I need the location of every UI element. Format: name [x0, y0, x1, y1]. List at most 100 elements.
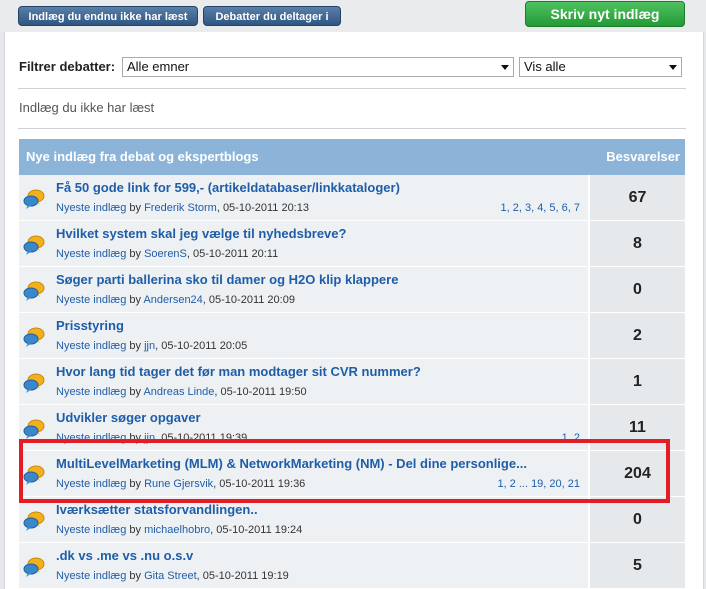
new-post-button[interactable]: Skriv nyt indlæg: [525, 1, 685, 27]
row-main-cell: Udvikler søger opgaver Nyeste indlæg by j…: [19, 405, 588, 450]
by-label: by: [129, 432, 142, 444]
topic-filter-value: Alle emner: [127, 59, 190, 74]
reply-count: 0: [590, 267, 685, 312]
row-main-cell: Søger parti ballerina sko til damer og H…: [19, 267, 588, 312]
latest-post-link[interactable]: Nyeste indlæg: [56, 570, 126, 582]
divider: [18, 88, 686, 89]
page-links[interactable]: 1, 2: [562, 432, 580, 444]
reply-count: 0: [590, 497, 685, 542]
thread-title-link[interactable]: Få 50 gode link for 599,- (artikeldataba…: [56, 180, 581, 195]
column-header-replies: Besvarelser: [606, 149, 680, 164]
table-row: Hvor lang tid tager det før man modtager…: [19, 359, 685, 405]
by-label: by: [129, 524, 142, 536]
speech-bubbles-icon: [23, 234, 45, 256]
author-link[interactable]: jjn: [144, 432, 155, 444]
page-links[interactable]: 1, 2, 3, 4, 5, 6, 7: [501, 202, 581, 214]
thread-meta: Nyeste indlæg by jjn, 05-10-2011 19:39: [56, 432, 247, 444]
by-label: by: [129, 248, 142, 260]
topic-filter-select[interactable]: Alle emner: [122, 57, 514, 77]
speech-bubbles-icon: [23, 510, 45, 532]
latest-post-link[interactable]: Nyeste indlæg: [56, 432, 126, 444]
post-date: , 05-10-2011 19:19: [196, 570, 289, 582]
post-date: , 05-10-2011 20:05: [155, 340, 248, 352]
reply-count: 1: [590, 359, 685, 404]
row-main-cell: Hvor lang tid tager det før man modtager…: [19, 359, 588, 404]
thread-meta: Nyeste indlæg by Gita Street, 05-10-2011…: [56, 570, 289, 582]
by-label: by: [129, 386, 142, 398]
row-main-cell: Prisstyring Nyeste indlæg by jjn, 05-10-2…: [19, 313, 588, 358]
by-label: by: [129, 570, 142, 582]
table-header: Nye indlæg fra debat og ekspertblogs Bes…: [19, 139, 685, 175]
post-date: , 05-10-2011 19:24: [210, 524, 303, 536]
thread-title-link[interactable]: Hvilket system skal jeg vælge til nyheds…: [56, 226, 581, 241]
reply-count: 8: [590, 221, 685, 266]
latest-post-link[interactable]: Nyeste indlæg: [56, 294, 126, 306]
thread-meta: Nyeste indlæg by Andersen24, 05-10-2011 …: [56, 294, 295, 306]
row-main-cell: MultiLevelMarketing (MLM) & NetworkMarke…: [19, 451, 588, 496]
row-main-cell: Iværksætter statsforvandlingen.. Nyeste i…: [19, 497, 588, 542]
thread-meta: Nyeste indlæg by jjn, 05-10-2011 20:05: [56, 340, 247, 352]
thread-meta: Nyeste indlæg by SoerenS, 05-10-2011 20:…: [56, 248, 278, 260]
divider: [18, 128, 686, 129]
table-row: MultiLevelMarketing (MLM) & NetworkMarke…: [19, 451, 685, 497]
show-filter-select[interactable]: Vis alle: [519, 57, 682, 77]
reply-count: 67: [590, 175, 685, 220]
thread-title-link[interactable]: .dk vs .me vs .nu o.s.v: [56, 548, 581, 563]
by-label: by: [129, 294, 142, 306]
thread-meta: Nyeste indlæg by Frederik Storm, 05-10-2…: [56, 202, 309, 214]
table-row: Prisstyring Nyeste indlæg by jjn, 05-10-2…: [19, 313, 685, 359]
post-date: , 05-10-2011 19:36: [213, 478, 306, 490]
speech-bubbles-icon: [23, 280, 45, 302]
author-link[interactable]: Andersen24: [143, 294, 202, 306]
thread-meta: Nyeste indlæg by Andreas Linde, 05-10-20…: [56, 386, 307, 398]
author-link[interactable]: michaelhobro: [144, 524, 210, 536]
latest-post-link[interactable]: Nyeste indlæg: [56, 524, 126, 536]
table-row: Hvilket system skal jeg vælge til nyheds…: [19, 221, 685, 267]
reply-count: 2: [590, 313, 685, 358]
post-date: , 05-10-2011 19:50: [214, 386, 307, 398]
thread-title-link[interactable]: Hvor lang tid tager det før man modtager…: [56, 364, 581, 379]
reply-count: 5: [590, 543, 685, 588]
author-link[interactable]: jjn: [144, 340, 155, 352]
reply-count: 204: [590, 451, 685, 496]
latest-post-link[interactable]: Nyeste indlæg: [56, 202, 126, 214]
latest-post-link[interactable]: Nyeste indlæg: [56, 478, 126, 490]
by-label: by: [129, 340, 142, 352]
speech-bubbles-icon: [23, 418, 45, 440]
latest-post-link[interactable]: Nyeste indlæg: [56, 340, 126, 352]
row-main-cell: .dk vs .me vs .nu o.s.v Nyeste indlæg by …: [19, 543, 588, 588]
table-row: Iværksætter statsforvandlingen.. Nyeste i…: [19, 497, 685, 543]
post-date: , 05-10-2011 19:39: [155, 432, 248, 444]
speech-bubbles-icon: [23, 188, 45, 210]
filter-label: Filtrer debatter:: [19, 59, 116, 74]
chevron-down-icon: [501, 65, 509, 70]
speech-bubbles-icon: [23, 464, 45, 486]
thread-meta: Nyeste indlæg by Rune Gjersvik, 05-10-20…: [56, 478, 305, 490]
row-main-cell: Få 50 gode link for 599,- (artikeldataba…: [19, 175, 588, 220]
page-links[interactable]: 1, 2 ... 19, 20, 21: [497, 478, 580, 490]
latest-post-link[interactable]: Nyeste indlæg: [56, 248, 126, 260]
speech-bubbles-icon: [23, 372, 45, 394]
participating-debates-button[interactable]: Debatter du deltager i: [203, 6, 341, 26]
thread-title-link[interactable]: Iværksætter statsforvandlingen..: [56, 502, 581, 517]
thread-title-link[interactable]: Udvikler søger opgaver: [56, 410, 581, 425]
table-row: Få 50 gode link for 599,- (artikeldataba…: [19, 175, 685, 221]
author-link[interactable]: Gita Street: [144, 570, 197, 582]
row-main-cell: Hvilket system skal jeg vælge til nyheds…: [19, 221, 588, 266]
column-header-title: Nye indlæg fra debat og ekspertblogs: [26, 149, 259, 164]
author-link[interactable]: Andreas Linde: [143, 386, 214, 398]
author-link[interactable]: Rune Gjersvik: [144, 478, 213, 490]
latest-post-link[interactable]: Nyeste indlæg: [56, 386, 126, 398]
thread-title-link[interactable]: MultiLevelMarketing (MLM) & NetworkMarke…: [56, 456, 581, 471]
post-date: , 05-10-2011 20:09: [202, 294, 295, 306]
post-date: , 05-10-2011 20:11: [186, 248, 279, 260]
post-date: , 05-10-2011 20:13: [216, 202, 309, 214]
unread-posts-button[interactable]: Indlæg du endnu ikke har læst: [18, 6, 198, 26]
thread-title-link[interactable]: Søger parti ballerina sko til damer og H…: [56, 272, 581, 287]
thread-title-link[interactable]: Prisstyring: [56, 318, 581, 333]
show-filter-value: Vis alle: [524, 59, 566, 74]
section-heading: Indlæg du ikke har læst: [19, 100, 155, 115]
author-link[interactable]: SoerenS: [144, 248, 187, 260]
reply-count: 11: [590, 405, 685, 450]
author-link[interactable]: Frederik Storm: [144, 202, 217, 214]
